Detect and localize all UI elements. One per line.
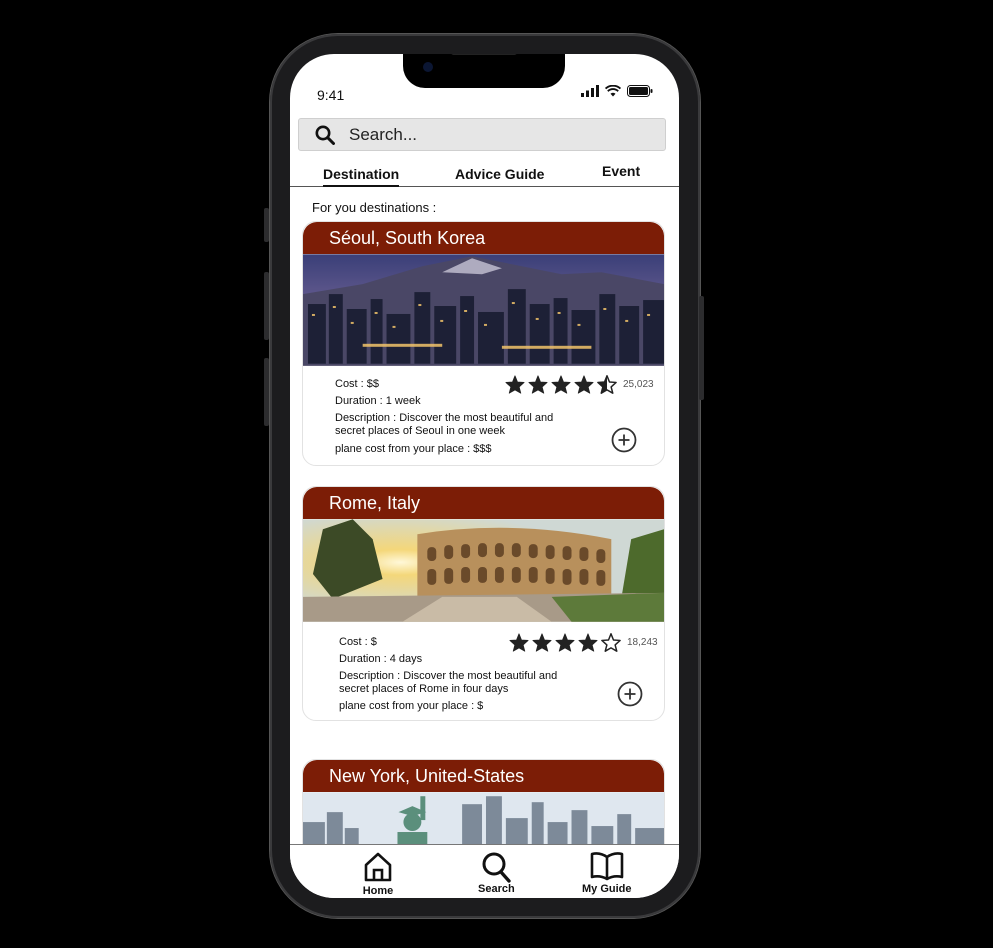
destination-card-rome[interactable]: Rome, Italy Cost: $ Duration: 4 days D… [302,486,665,721]
star-empty-icon [601,633,621,652]
destination-card-seoul[interactable]: Séoul, South Korea Cost: $$ Duration: … [302,221,665,466]
duration-text: Duration : 1 week [335,395,421,407]
star-full-icon [509,633,529,652]
nav-search[interactable]: Search [478,851,515,895]
bottom-navigation: Home Search My Guide [290,844,679,898]
nav-home[interactable]: Home [362,851,394,897]
review-count: 25,023 [623,379,654,390]
review-count: 18,243 [627,637,658,648]
nav-home-label: Home [362,885,394,897]
add-to-guide-button[interactable] [617,681,643,707]
description-text: Description : Discover the most beautifu… [335,412,554,437]
rome-colosseum-image [303,519,664,622]
section-label: For you destinations : [312,200,437,215]
home-icon [364,852,392,882]
search-icon [315,125,335,145]
nav-my-guide-label: My Guide [582,883,632,895]
phone-mute-switch [264,208,269,242]
tab-bar: Destination Advice Guide Event [290,158,679,187]
cost-text: Cost : $ [339,636,377,648]
screen: 9:41 Destination Advice Guide Event For … [290,54,679,898]
star-full-icon [555,633,575,652]
front-camera [423,62,433,72]
book-icon [590,852,624,881]
plane-cost-text: plane cost from your place : $ [339,700,484,712]
seoul-city-image [303,254,664,366]
star-full-icon [574,375,594,394]
star-full-icon [528,375,548,394]
nav-search-label: Search [478,883,515,895]
tab-advice-guide[interactable]: Advice Guide [455,166,544,182]
add-to-guide-button[interactable] [611,427,637,453]
plane-cost-text: plane cost from your place : $$$ [335,443,492,455]
signal-icon [581,85,599,97]
star-full-icon [505,375,525,394]
battery-icon [627,85,653,97]
search-icon [482,852,512,883]
star-full-icon [532,633,552,652]
phone-volume-up [264,272,269,340]
phone-volume-down [264,358,269,426]
star-rating: 18,243 [509,633,658,652]
description-text: Description : Discover the most beautifu… [339,670,558,695]
tab-event[interactable]: Event [602,163,640,179]
status-time: 9:41 [317,87,345,103]
phone-power-button [699,296,704,400]
nav-my-guide[interactable]: My Guide [582,851,632,895]
notch [403,54,565,88]
star-full-icon [578,633,598,652]
star-half-icon [597,375,617,394]
wifi-icon [605,85,621,97]
duration-text: Duration : 4 days [339,653,423,665]
card-title: New York, United-States [303,760,664,792]
search-input[interactable] [349,124,639,145]
star-full-icon [551,375,571,394]
card-title: Rome, Italy [303,487,664,519]
status-icons [581,85,653,97]
card-title: Séoul, South Korea [303,222,664,254]
cost-text: Cost : $$ [335,378,380,390]
star-rating: 25,023 [505,375,654,394]
search-bar[interactable] [298,118,666,151]
tab-destination[interactable]: Destination [323,166,400,187]
speaker [451,54,517,55]
